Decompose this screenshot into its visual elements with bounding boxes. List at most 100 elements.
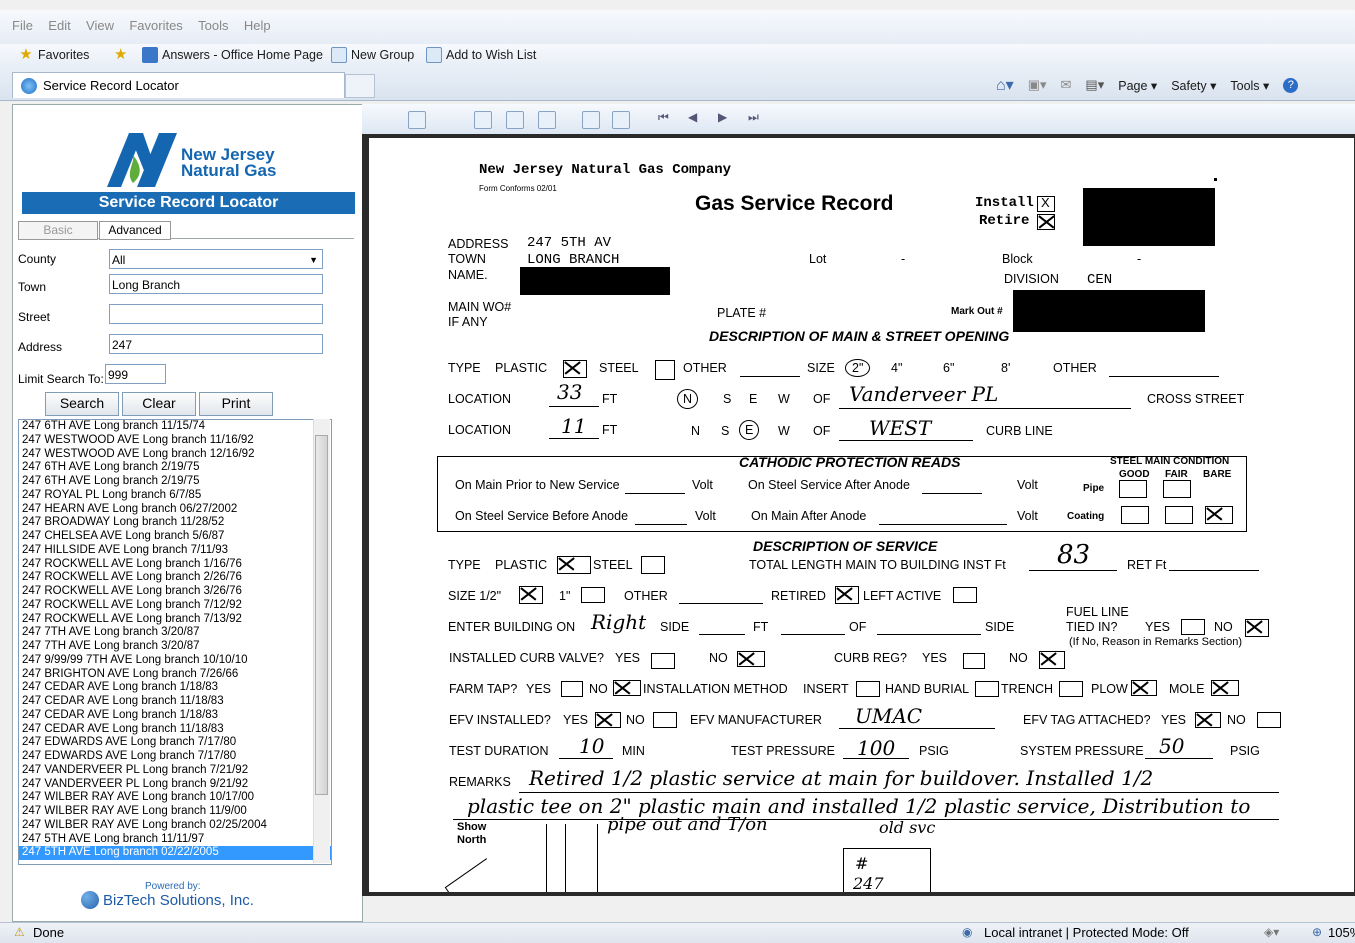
- first-page-icon[interactable]: ⏮: [658, 110, 669, 125]
- next-page-icon[interactable]: ▶: [718, 110, 727, 124]
- efv-yes: YES: [563, 713, 589, 727]
- results-list-item[interactable]: 247 HILLSIDE AVE Long branch 7/11/93: [19, 544, 331, 558]
- results-list-item[interactable]: 247 WILBER RAY AVE Long branch 02/25/200…: [19, 819, 331, 833]
- results-list-item[interactable]: 247 BRIGHTON AVE Long branch 7/26/66: [19, 668, 331, 682]
- remarks-line-2: plastic tee on 2" plastic main and insta…: [467, 794, 1251, 818]
- zoom-icon[interactable]: ⊕: [1312, 925, 1322, 939]
- menu-view[interactable]: View: [86, 18, 114, 33]
- desc-main-heading: DESCRIPTION OF MAIN & STREET OPENING: [709, 328, 1010, 344]
- print-icon[interactable]: ▤▾: [1085, 77, 1104, 93]
- results-list-item[interactable]: 247 9/99/99 7TH AVE Long branch 10/10/10: [19, 654, 331, 668]
- sketch-247: 247: [853, 874, 884, 892]
- results-list-item[interactable]: 247 6TH AVE Long branch 2/19/75: [19, 461, 331, 475]
- psig-1: PSIG: [919, 744, 949, 758]
- results-list-item[interactable]: 247 ROCKWELL AVE Long branch 1/16/76: [19, 558, 331, 572]
- help-icon[interactable]: ?: [1283, 77, 1299, 93]
- insert-checkbox: [856, 681, 880, 697]
- results-list-item[interactable]: 247 EDWARDS AVE Long branch 7/17/80: [19, 736, 331, 750]
- protected-mode-icon[interactable]: ◈▾: [1264, 925, 1279, 939]
- curb-line-label: CURB LINE: [986, 424, 1053, 438]
- other-label-2: OTHER: [624, 589, 668, 603]
- efv-installed-label: EFV INSTALLED?: [449, 713, 551, 727]
- fit-width-icon[interactable]: [506, 111, 524, 129]
- limit-input[interactable]: 999: [105, 364, 166, 384]
- coating-good-checkbox: [1121, 506, 1149, 524]
- tools-menu[interactable]: Tools ▾: [1230, 78, 1269, 93]
- results-list-item[interactable]: 247 ROYAL PL Long branch 6/7/85: [19, 489, 331, 503]
- page-menu[interactable]: Page ▾: [1118, 78, 1157, 93]
- results-list-item[interactable]: 247 CEDAR AVE Long branch 11/18/83: [19, 723, 331, 737]
- feeds-icon[interactable]: ▣▾: [1028, 77, 1047, 93]
- clear-button[interactable]: Clear: [122, 392, 196, 416]
- scroll-thumb[interactable]: [315, 435, 328, 795]
- results-list-item[interactable]: 247 CHELSEA AVE Long branch 5/6/87: [19, 530, 331, 544]
- efv-mfr-line: [839, 728, 995, 729]
- results-list-item[interactable]: 247 6TH AVE Long branch 11/15/74: [19, 420, 331, 434]
- actual-size-icon[interactable]: [538, 111, 556, 129]
- print-icon[interactable]: [408, 111, 426, 129]
- zoom-out-icon[interactable]: [612, 111, 630, 129]
- fav-link-wish-list[interactable]: Add to Wish List: [426, 47, 536, 63]
- results-list[interactable]: 247 6TH AVE Long branch 11/15/74 247 WEST…: [18, 419, 332, 865]
- last-page-icon[interactable]: ⏭: [748, 110, 759, 125]
- results-list-item[interactable]: 247 WILBER RAY AVE Long branch 10/17/00: [19, 791, 331, 805]
- steel-main-condition: STEEL MAIN CONDITION: [1110, 456, 1230, 467]
- results-list-item[interactable]: 247 HEARN AVE Long branch 06/27/2002: [19, 503, 331, 517]
- menu-edit[interactable]: Edit: [48, 18, 70, 33]
- results-list-item[interactable]: 247 VANDERVEER PL Long branch 9/21/92: [19, 778, 331, 792]
- home-icon[interactable]: ⌂▾: [996, 75, 1014, 95]
- town-label: Town: [18, 280, 47, 294]
- menu-file[interactable]: File: [12, 18, 33, 33]
- tab-advanced[interactable]: Advanced: [99, 221, 171, 240]
- address-input[interactable]: 247: [109, 334, 323, 354]
- results-list-item[interactable]: 247 5TH AVE Long branch 11/11/97: [19, 833, 331, 847]
- new-tab-button[interactable]: [345, 74, 375, 98]
- favorites-button[interactable]: ★ Favorites: [18, 47, 89, 63]
- results-list-item[interactable]: 247 ROCKWELL AVE Long branch 2/26/76: [19, 571, 331, 585]
- mail-icon[interactable]: ✉: [1061, 77, 1072, 93]
- results-list-item[interactable]: 247 WILBER RAY AVE Long branch 11/9/00: [19, 805, 331, 819]
- add-favorites-icon[interactable]: ★: [114, 47, 130, 63]
- results-list-item[interactable]: 247 CEDAR AVE Long branch 1/18/83: [19, 709, 331, 723]
- results-list-item[interactable]: 247 CEDAR AVE Long branch 11/18/83: [19, 695, 331, 709]
- fav-link-new-group[interactable]: New Group: [331, 47, 414, 63]
- biztech-logo: BizTech Solutions, Inc.: [81, 891, 254, 909]
- cathodic-heading: CATHODIC PROTECTION READS: [739, 454, 961, 470]
- results-scrollbar[interactable]: [313, 419, 330, 863]
- w-label-2: W: [778, 424, 790, 438]
- desc-service-heading: DESCRIPTION OF SERVICE: [753, 538, 938, 554]
- results-list-item[interactable]: 247 EDWARDS AVE Long branch 7/17/80: [19, 750, 331, 764]
- prev-page-icon[interactable]: ◀: [688, 110, 697, 124]
- results-list-item[interactable]: 247 ROCKWELL AVE Long branch 3/26/76: [19, 585, 331, 599]
- results-list-item[interactable]: 247 CEDAR AVE Long branch 1/18/83: [19, 681, 331, 695]
- results-list-item[interactable]: 247 WESTWOOD AVE Long branch 11/16/92: [19, 434, 331, 448]
- results-list-item[interactable]: 247 BROADWAY Long branch 11/28/52: [19, 516, 331, 530]
- results-list-item[interactable]: 247 VANDERVEER PL Long branch 7/21/92: [19, 764, 331, 778]
- results-list-item[interactable]: 247 ROCKWELL AVE Long branch 7/13/92: [19, 613, 331, 627]
- print-button[interactable]: Print: [199, 392, 273, 416]
- min-label: MIN: [622, 744, 645, 758]
- tab-basic[interactable]: Basic: [18, 221, 98, 240]
- results-list-item[interactable]: 247 WESTWOOD AVE Long branch 12/16/92: [19, 448, 331, 462]
- street-input[interactable]: [109, 304, 323, 324]
- zoom-level[interactable]: 105%: [1328, 925, 1355, 940]
- zoom-in-icon[interactable]: [582, 111, 600, 129]
- results-list-item[interactable]: 247 6TH AVE Long branch 2/19/75: [19, 475, 331, 489]
- size-other-line: [1109, 376, 1219, 377]
- results-list-item[interactable]: 247 7TH AVE Long branch 3/20/87: [19, 640, 331, 654]
- type-label: TYPE: [448, 361, 481, 375]
- fav-link-answers[interactable]: Answers - Office Home Page: [142, 47, 323, 63]
- county-select[interactable]: All ▼: [109, 249, 323, 269]
- search-button[interactable]: Search: [45, 392, 119, 416]
- menu-help[interactable]: Help: [244, 18, 271, 33]
- safety-menu[interactable]: Safety ▾: [1171, 78, 1216, 93]
- menu-tools[interactable]: Tools: [198, 18, 228, 33]
- menu-favorites[interactable]: Favorites: [129, 18, 182, 33]
- tab-service-record-locator[interactable]: Service Record Locator: [12, 72, 345, 98]
- results-list-item[interactable]: 247 ROCKWELL AVE Long branch 7/12/92: [19, 599, 331, 613]
- town-input[interactable]: Long Branch: [109, 274, 323, 294]
- retired-checkbox: [835, 586, 859, 604]
- results-list-item[interactable]: 247 7TH AVE Long branch 3/20/87: [19, 626, 331, 640]
- results-list-item[interactable]: 247 5TH AVE Long branch 02/22/2005: [19, 846, 331, 860]
- fit-page-icon[interactable]: [474, 111, 492, 129]
